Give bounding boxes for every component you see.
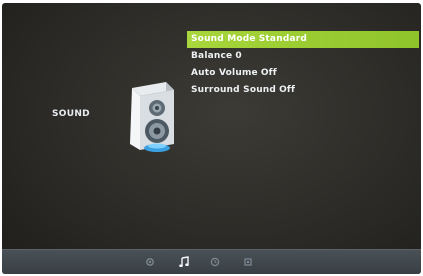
menu-item-label: Surround Sound [191,85,277,95]
clock-icon[interactable] [209,256,221,268]
tv-osd-screen: SOUND Sound Mode Standard Balance 0 Auto V… [2,3,421,274]
menu-item-value: Standard [258,34,308,44]
sound-settings-menu: Sound Mode Standard Balance 0 Auto Volume O… [187,31,419,99]
bottom-tab-bar [2,249,421,274]
picture-icon[interactable] [144,256,156,268]
menu-item-label: Sound Mode [191,34,256,44]
menu-item-label: Balance [191,51,233,61]
menu-item-sound-mode[interactable]: Sound Mode Standard [187,31,419,48]
menu-item-auto-volume[interactable]: Auto Volume Off [187,65,419,82]
menu-item-value: 0 [235,51,242,61]
menu-item-value: Off [279,85,296,95]
menu-item-value: Off [260,68,277,78]
speaker-icon [130,82,174,152]
category-label: SOUND [52,109,90,119]
settings-icon[interactable] [242,256,254,268]
music-note-icon[interactable] [178,256,190,268]
menu-item-surround-sound[interactable]: Surround Sound Off [187,82,419,99]
menu-item-balance[interactable]: Balance 0 [187,48,419,65]
menu-item-label: Auto Volume [191,68,258,78]
